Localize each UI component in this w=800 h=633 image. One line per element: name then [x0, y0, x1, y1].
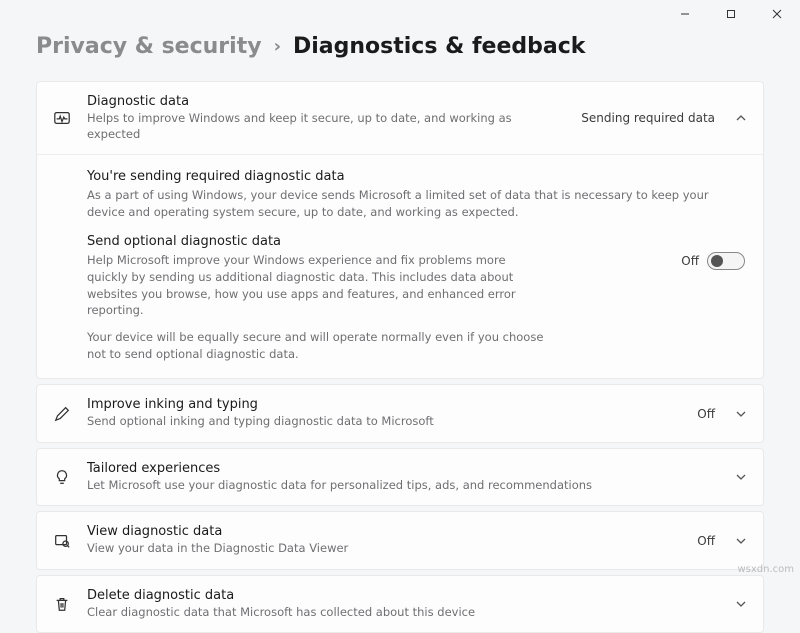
inking-typing-status: Off — [697, 407, 715, 421]
required-data-title: You're sending required diagnostic data — [87, 169, 745, 184]
tailored-experiences-card: Tailored experiences Let Microsoft use y… — [36, 448, 764, 507]
optional-data-toggle-label: Off — [681, 254, 699, 268]
diagnostic-data-body: You're sending required diagnostic data … — [37, 154, 763, 378]
watermark: wsxdn.com — [737, 564, 794, 575]
chevron-down-icon — [735, 598, 747, 610]
lightbulb-icon — [51, 468, 73, 486]
view-diagnostic-status: Off — [697, 534, 715, 548]
inking-typing-title: Improve inking and typing — [87, 397, 683, 412]
tailored-experiences-subtitle: Let Microsoft use your diagnostic data f… — [87, 478, 721, 494]
close-button[interactable] — [754, 0, 800, 28]
inking-typing-card: Improve inking and typing Send optional … — [36, 384, 764, 443]
delete-diagnostic-subtitle: Clear diagnostic data that Microsoft has… — [87, 605, 721, 621]
view-diagnostic-row[interactable]: View diagnostic data View your data in t… — [37, 512, 763, 569]
diagnostic-data-status: Sending required data — [581, 111, 715, 125]
minimize-icon — [680, 9, 690, 19]
minimize-button[interactable] — [662, 0, 708, 28]
diagnostic-data-subtitle: Helps to improve Windows and keep it sec… — [87, 111, 567, 142]
data-view-icon — [51, 532, 73, 550]
chevron-down-icon — [735, 535, 747, 547]
diagnostic-data-card: Diagnostic data Helps to improve Windows… — [36, 81, 764, 379]
delete-diagnostic-card: Delete diagnostic data Clear diagnostic … — [36, 575, 764, 633]
view-diagnostic-subtitle: View your data in the Diagnostic Data Vi… — [87, 541, 683, 557]
maximize-icon — [726, 9, 736, 19]
tailored-experiences-row[interactable]: Tailored experiences Let Microsoft use y… — [37, 449, 763, 506]
view-diagnostic-title: View diagnostic data — [87, 524, 683, 539]
heartbeat-icon — [51, 109, 73, 127]
optional-data-note: Your device will be equally secure and w… — [87, 329, 547, 362]
settings-page: Privacy & security › Diagnostics & feedb… — [0, 0, 800, 633]
delete-diagnostic-title: Delete diagnostic data — [87, 588, 721, 603]
window-controls — [662, 0, 800, 28]
tailored-experiences-title: Tailored experiences — [87, 461, 721, 476]
chevron-down-icon — [735, 408, 747, 420]
close-icon — [772, 9, 782, 19]
optional-data-desc: Help Microsoft improve your Windows expe… — [87, 252, 547, 319]
optional-data-toggle-group: Off — [681, 234, 745, 270]
chevron-up-icon — [735, 112, 747, 124]
page-title: Diagnostics & feedback — [293, 34, 585, 59]
optional-data-title: Send optional diagnostic data — [87, 234, 661, 249]
diagnostic-data-title: Diagnostic data — [87, 94, 567, 109]
chevron-right-icon: › — [274, 36, 281, 57]
breadcrumb: Privacy & security › Diagnostics & feedb… — [36, 34, 764, 59]
inking-typing-row[interactable]: Improve inking and typing Send optional … — [37, 385, 763, 442]
diagnostic-data-header[interactable]: Diagnostic data Helps to improve Windows… — [37, 82, 763, 154]
required-data-desc: As a part of using Windows, your device … — [87, 187, 745, 220]
delete-diagnostic-row[interactable]: Delete diagnostic data Clear diagnostic … — [37, 576, 763, 633]
inking-typing-subtitle: Send optional inking and typing diagnost… — [87, 414, 683, 430]
view-diagnostic-card: View diagnostic data View your data in t… — [36, 511, 764, 570]
breadcrumb-parent[interactable]: Privacy & security — [36, 34, 262, 59]
chevron-down-icon — [735, 471, 747, 483]
maximize-button[interactable] — [708, 0, 754, 28]
trash-icon — [51, 595, 73, 613]
optional-data-toggle[interactable] — [707, 252, 745, 270]
pen-icon — [51, 405, 73, 423]
